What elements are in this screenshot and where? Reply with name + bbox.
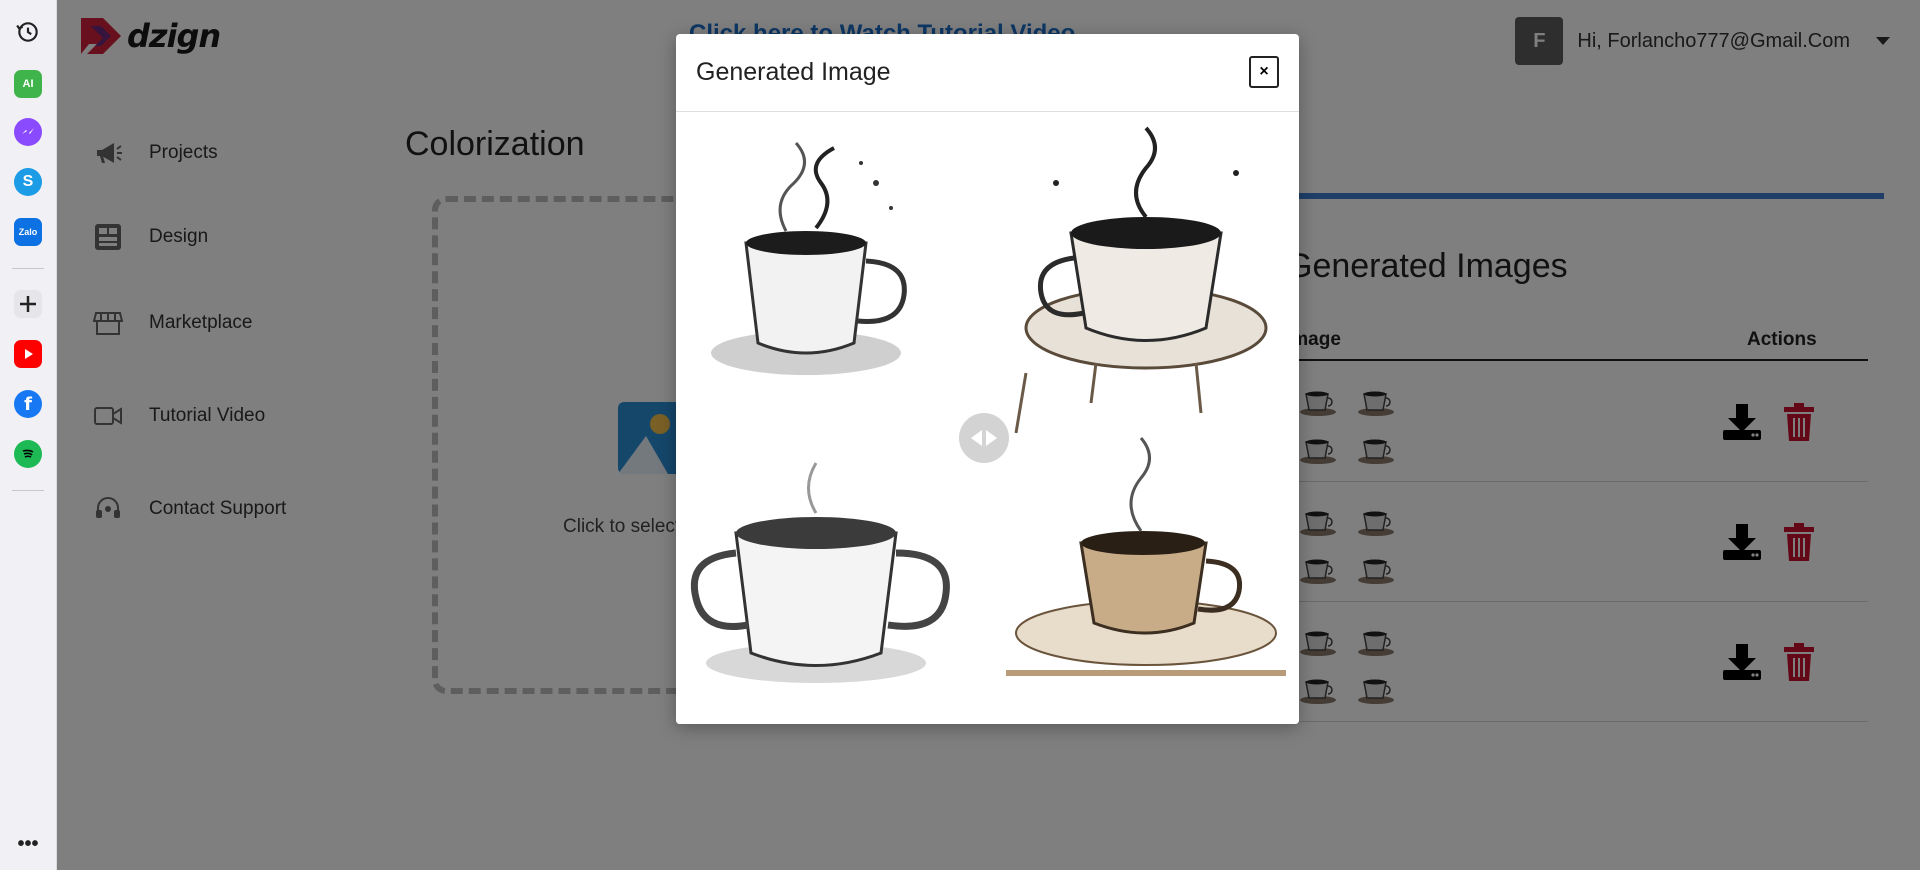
image-compare-viewer[interactable] — [676, 113, 1299, 724]
zalo-icon[interactable]: Zalo — [14, 218, 42, 246]
modal-header: Generated Image × — [676, 34, 1299, 112]
close-button[interactable]: × — [1249, 56, 1279, 88]
browser-sidebar: AI S Zalo f ••• — [0, 0, 57, 870]
skype-icon[interactable]: S — [14, 168, 42, 196]
add-icon[interactable] — [14, 290, 42, 318]
ai-app-icon[interactable]: AI — [14, 70, 42, 98]
history-icon[interactable] — [14, 18, 42, 46]
modal-title: Generated Image — [696, 58, 891, 86]
compare-slider-handle[interactable] — [959, 413, 1009, 463]
facebook-icon[interactable]: f — [14, 390, 42, 418]
generated-image-modal: Generated Image × — [676, 34, 1299, 724]
more-icon[interactable]: ••• — [14, 830, 42, 858]
youtube-icon[interactable] — [14, 340, 42, 368]
arrow-right-icon — [986, 430, 997, 446]
arrow-left-icon — [971, 430, 982, 446]
messenger-icon[interactable] — [14, 118, 42, 146]
rail-divider — [12, 268, 44, 269]
rail-divider — [12, 490, 44, 491]
spotify-icon[interactable] — [14, 440, 42, 468]
